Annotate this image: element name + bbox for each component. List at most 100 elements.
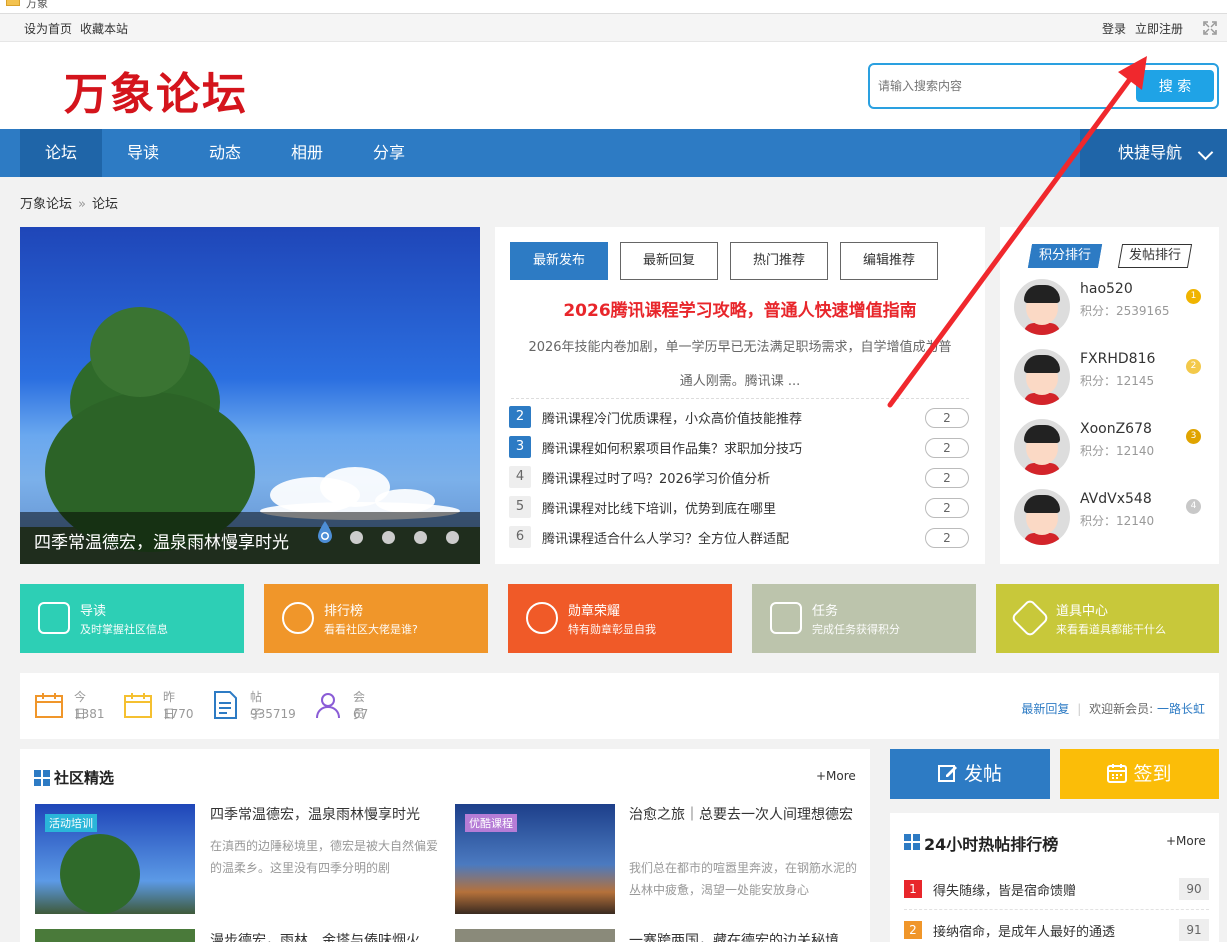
user-name[interactable]: FXRHD816: [1080, 351, 1155, 367]
grid-cell: [904, 834, 911, 841]
news-list-item[interactable]: 6 腾讯课程适合什么人学习？全方位人群适配 2: [509, 526, 969, 550]
post-title[interactable]: 一寨跨两国，藏在德宏的边关秘境: [629, 929, 861, 942]
news-list-item[interactable]: 3 腾讯课程如何积累项目作品集？求职加分技巧 2: [509, 436, 969, 460]
news-rank: 2: [509, 406, 531, 428]
user-name[interactable]: XoonZ678: [1080, 421, 1152, 437]
quick-nav-button[interactable]: 快捷导航: [1080, 129, 1227, 177]
card-title: 勋章荣耀: [568, 604, 621, 619]
tab-editor-pick[interactable]: 编辑推荐: [840, 242, 938, 280]
post-title[interactable]: 漫步德宏，雨林、金塔与傣味烟火: [210, 929, 440, 942]
tab-label: 发帖排行: [1129, 248, 1182, 263]
post-title[interactable]: 治愈之旅｜总要去一次人间理想德宏: [629, 803, 861, 827]
button-label: 发帖: [964, 763, 1003, 785]
slide-dot[interactable]: [350, 531, 363, 544]
site-logo[interactable]: 万象论坛: [64, 58, 248, 122]
set-homepage-link[interactable]: 设为首页: [24, 20, 72, 37]
medal-icon: [526, 602, 558, 634]
sign-in-button[interactable]: 签到: [1060, 749, 1219, 799]
news-title[interactable]: 腾讯课程适合什么人学习？全方位人群适配: [542, 528, 789, 547]
nav-item-share[interactable]: 分享: [348, 129, 430, 177]
feature-card-medals[interactable]: 勋章荣耀 特有勋章彰显自我: [508, 584, 732, 653]
avatar[interactable]: [1014, 279, 1070, 335]
news-title[interactable]: 腾讯课程如何积累项目作品集？求职加分技巧: [542, 438, 802, 457]
reply-count: 2: [925, 408, 969, 428]
news-list-item[interactable]: 5 腾讯课程对比线下培训，优势到底在哪里 2: [509, 496, 969, 520]
search-input[interactable]: [878, 74, 1126, 98]
tab-hot[interactable]: 热门推荐: [730, 242, 828, 280]
tab-score-ranking[interactable]: 积分排行: [1027, 244, 1103, 268]
latest-reply-link[interactable]: 最新回复: [1021, 702, 1069, 716]
silver-medal-icon: 2: [1186, 359, 1201, 374]
slide-indicator-active-icon[interactable]: [316, 520, 334, 546]
tab-post-ranking[interactable]: 发帖排行: [1117, 244, 1193, 268]
tab-latest-post[interactable]: 最新发布: [510, 242, 608, 280]
post-thumbnail[interactable]: 优酷课程: [455, 804, 615, 914]
ranking-panel: 积分排行 发帖排行 hao520 积分：2539165 1 FXRHD816 积…: [1000, 227, 1219, 564]
card-title: 导读: [80, 604, 107, 619]
window-title: 万象: [26, 0, 48, 10]
feature-card-tasks[interactable]: 任务 完成任务获得积分: [752, 584, 976, 653]
news-rank: 5: [509, 496, 531, 518]
score-value: 12145: [1116, 374, 1155, 388]
avatar[interactable]: [1014, 349, 1070, 405]
more-link[interactable]: +More: [816, 769, 856, 783]
user-name[interactable]: AVdVx548: [1080, 491, 1152, 507]
news-title[interactable]: 腾讯课程对比线下培训，优势到底在哪里: [542, 498, 776, 517]
slider-caption[interactable]: 四季常温德宏，温泉雨林慢享时光: [34, 528, 289, 553]
post-thumbnail[interactable]: [455, 929, 615, 942]
hot-title[interactable]: 得失随缘，皆是宿命馈赠: [933, 880, 1076, 899]
breadcrumb-current[interactable]: 论坛: [92, 197, 118, 212]
new-member-link[interactable]: 一路长虹: [1157, 702, 1205, 716]
user-name[interactable]: hao520: [1080, 281, 1133, 297]
search-button[interactable]: 搜 索: [1136, 70, 1214, 102]
nav-item-album[interactable]: 相册: [266, 129, 348, 177]
login-link[interactable]: 登录: [1102, 20, 1126, 37]
post-thumbnail[interactable]: [35, 929, 195, 942]
news-list-item[interactable]: 2 腾讯课程冷门优质课程，小众高价值技能推荐 2: [509, 406, 969, 430]
ranking-user[interactable]: FXRHD816 积分：12145 2: [1014, 349, 1214, 409]
bookmark-link[interactable]: 收藏本站: [80, 20, 128, 37]
breadcrumb-separator: »: [78, 197, 86, 212]
fullscreen-icon[interactable]: [1203, 21, 1217, 35]
hot-post-item[interactable]: 1 得失随缘，皆是宿命馈赠 90: [904, 878, 1209, 904]
score-value: 12140: [1116, 514, 1155, 528]
ranking-user[interactable]: hao520 积分：2539165 1: [1014, 279, 1214, 339]
calendar-yesterday-icon: [124, 693, 152, 718]
slide-dot[interactable]: [414, 531, 427, 544]
slide-dot[interactable]: [382, 531, 395, 544]
post-desc: 在滇西的边陲秘境里，德宏是被大自然偏爱的温柔乡。这里没有四季分明的剧: [210, 839, 439, 875]
avatar[interactable]: [1014, 419, 1070, 475]
new-post-button[interactable]: 发帖: [890, 749, 1050, 799]
more-link[interactable]: +More: [1166, 834, 1206, 848]
post-title[interactable]: 四季常温德宏，温泉雨林慢享时光: [210, 803, 440, 827]
news-title[interactable]: 腾讯课程冷门优质课程，小众高价值技能推荐: [542, 408, 802, 427]
avatar[interactable]: [1014, 489, 1070, 545]
feature-card-tools[interactable]: 道具中心 来看看道具都能干什么: [996, 584, 1219, 653]
separator: |: [1077, 702, 1082, 716]
news-headline[interactable]: 2026腾讯课程学习攻略，普通人快速增值指南: [495, 296, 985, 321]
slide-dot[interactable]: [446, 531, 459, 544]
news-list-item[interactable]: 4 腾讯课程过时了吗？2026学习价值分析 2: [509, 466, 969, 490]
avatar-hair: [1024, 285, 1060, 303]
user-score: 积分：2539165: [1080, 302, 1169, 319]
hot-post-item[interactable]: 2 接纳宿命，是成年人最好的通透 91: [904, 919, 1209, 942]
hot-title[interactable]: 接纳宿命，是成年人最好的通透: [933, 921, 1115, 940]
ranking-user[interactable]: AVdVx548 积分：12140 4: [1014, 489, 1214, 549]
feature-card-guide[interactable]: 导读 及时掌握社区信息: [20, 584, 244, 653]
tab-latest-reply[interactable]: 最新回复: [620, 242, 718, 280]
feature-card-leaderboard[interactable]: 排行榜 看看社区大佬是谁?: [264, 584, 488, 653]
hot-posts-panel: 24小时热帖排行榜 +More 1 得失随缘，皆是宿命馈赠 90 2 接纳宿命，…: [890, 813, 1219, 942]
news-summary-line: 通人刚需。腾讯课 ...: [679, 374, 801, 389]
hot-count: 91: [1179, 919, 1209, 941]
breadcrumb-home[interactable]: 万象论坛: [20, 197, 72, 212]
stat-value: 67: [353, 707, 369, 721]
register-link[interactable]: 立即注册: [1135, 20, 1183, 37]
news-title[interactable]: 腾讯课程过时了吗？2026学习价值分析: [542, 468, 770, 487]
post-thumbnail[interactable]: 活动培训: [35, 804, 195, 914]
nav-item-forum[interactable]: 论坛: [20, 129, 102, 177]
stat-value: 935719: [250, 707, 296, 721]
nav-item-activity[interactable]: 动态: [184, 129, 266, 177]
nav-item-guide[interactable]: 导读: [102, 129, 184, 177]
stat-value: 1770: [163, 707, 194, 721]
ranking-user[interactable]: XoonZ678 积分：12140 3: [1014, 419, 1214, 479]
